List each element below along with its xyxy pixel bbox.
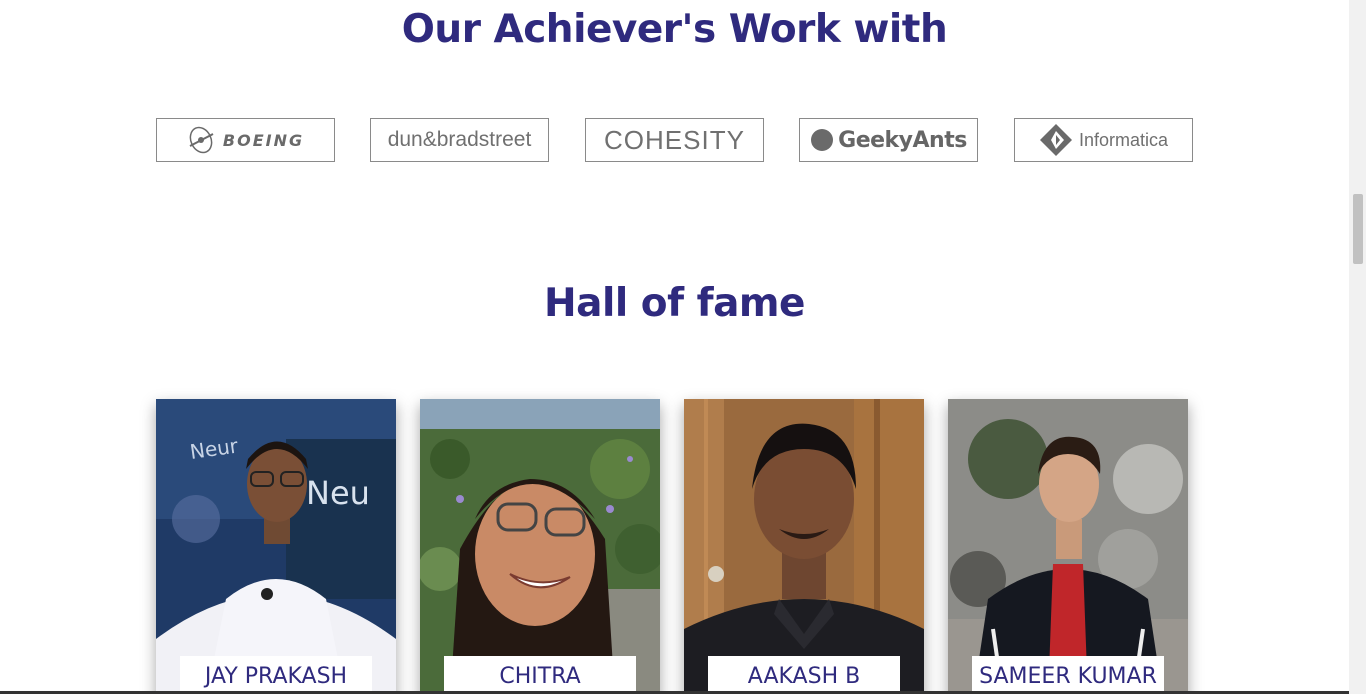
informatica-diamond-icon <box>1039 124 1072 156</box>
boeing-logo-text: BOEING <box>222 130 305 150</box>
achiever-photo <box>684 399 924 694</box>
informatica-logo: Informatica <box>1014 118 1193 162</box>
page: Our Achiever's Work with BOEING dun&brad… <box>0 0 1349 694</box>
geekyants-logo: GeekyAnts <box>799 118 978 162</box>
dnb-logo: dun&bradstreet <box>370 118 549 162</box>
cohesity-logo: COHESITY <box>585 118 764 162</box>
achiever-card[interactable]: CHITRA <box>420 399 660 694</box>
achiever-photo <box>948 399 1188 694</box>
svg-text:Neu: Neu <box>306 474 370 512</box>
informatica-logo-text: Informatica <box>1078 129 1169 150</box>
achiever-name: JAY PRAKASH <box>180 656 372 694</box>
geekyants-dot-icon <box>811 129 834 151</box>
achiever-card[interactable]: AAKASH B <box>684 399 924 694</box>
geekyants-logo-text: GeekyAnts <box>838 127 967 153</box>
achiever-name: AAKASH B <box>708 656 900 694</box>
achiever-card[interactable]: Neur Neu JAY PRAKASH <box>156 399 396 694</box>
companies-section-title: Our Achiever's Work with <box>401 7 948 52</box>
achiever-name: CHITRA <box>444 656 636 694</box>
hall-of-fame-title: Hall of fame <box>544 281 805 326</box>
achiever-name: SAMEER KUMAR <box>972 656 1164 694</box>
achiever-photo <box>420 399 660 694</box>
boeing-logo: BOEING <box>156 118 335 162</box>
scrollbar-thumb[interactable] <box>1353 194 1363 264</box>
vertical-scrollbar[interactable] <box>1349 0 1366 694</box>
boeing-emblem-icon <box>189 126 214 154</box>
achiever-card[interactable]: SAMEER KUMAR <box>948 399 1188 694</box>
achiever-photo: Neur Neu <box>156 399 396 694</box>
cohesity-logo-text: COHESITY <box>604 124 745 155</box>
dnb-logo-text: dun&bradstreet <box>387 128 532 151</box>
